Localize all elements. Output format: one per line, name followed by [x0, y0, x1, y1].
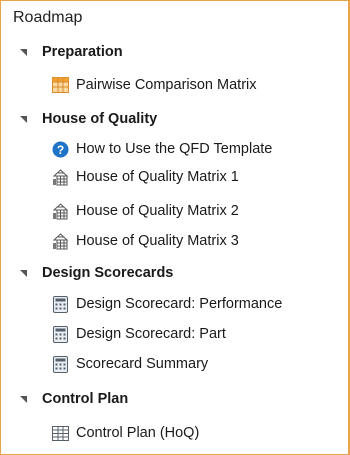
item-scorecard-summary[interactable]: Scorecard Summary [52, 350, 208, 378]
house-of-quality-icon [52, 168, 69, 186]
collapse-chevron-icon[interactable] [20, 395, 27, 403]
item-label: House of Quality Matrix 3 [76, 233, 239, 249]
scorecard-icon [52, 295, 69, 313]
group-label: House of Quality [42, 111, 158, 127]
item-house-of-quality-matrix-2[interactable]: House of Quality Matrix 2 [52, 197, 239, 225]
svg-text:?: ? [57, 142, 64, 156]
group-label: Design Scorecards [42, 265, 174, 281]
collapse-chevron-icon[interactable] [20, 115, 27, 123]
matrix-grid-icon [52, 77, 69, 94]
item-label: Control Plan (HoQ) [76, 425, 200, 441]
collapse-chevron-icon[interactable] [20, 48, 27, 56]
scorecard-icon [52, 355, 69, 373]
item-label: Pairwise Comparison Matrix [76, 77, 257, 93]
group-label: Preparation [42, 44, 123, 60]
item-label: Design Scorecard: Part [76, 326, 226, 342]
table-grid-icon [52, 425, 69, 442]
item-house-of-quality-matrix-1[interactable]: House of Quality Matrix 1 [52, 163, 239, 191]
item-design-scorecard-part[interactable]: Design Scorecard: Part [52, 320, 226, 348]
group-design-scorecards[interactable]: Design Scorecards [1, 259, 173, 287]
group-label: Control Plan [42, 391, 129, 407]
house-of-quality-icon [52, 232, 69, 250]
scorecard-icon [52, 325, 69, 343]
item-house-of-quality-matrix-3[interactable]: House of Quality Matrix 3 [52, 227, 239, 255]
item-label: How to Use the QFD Template [76, 141, 273, 157]
item-design-scorecard-performance[interactable]: Design Scorecard: Performance [52, 290, 282, 318]
item-label: House of Quality Matrix 2 [76, 203, 239, 219]
roadmap-panel: Roadmap Preparation Pairwise Comparison … [0, 0, 350, 455]
item-control-plan-hoq[interactable]: Control Plan (HoQ) [52, 419, 199, 447]
item-how-to-use-qfd-template[interactable]: ? How to Use the QFD Template [52, 135, 272, 163]
house-of-quality-icon [52, 202, 69, 220]
group-house-of-quality[interactable]: House of Quality [1, 105, 157, 133]
panel-title: Roadmap [13, 9, 83, 26]
group-control-plan[interactable]: Control Plan [1, 385, 128, 413]
item-label: Scorecard Summary [76, 356, 209, 372]
help-icon: ? [52, 141, 69, 158]
item-pairwise-comparison-matrix[interactable]: Pairwise Comparison Matrix [52, 71, 257, 99]
collapse-chevron-icon[interactable] [20, 269, 27, 277]
item-label: House of Quality Matrix 1 [76, 169, 239, 185]
item-label: Design Scorecard: Performance [76, 296, 283, 312]
group-preparation[interactable]: Preparation [1, 38, 123, 66]
